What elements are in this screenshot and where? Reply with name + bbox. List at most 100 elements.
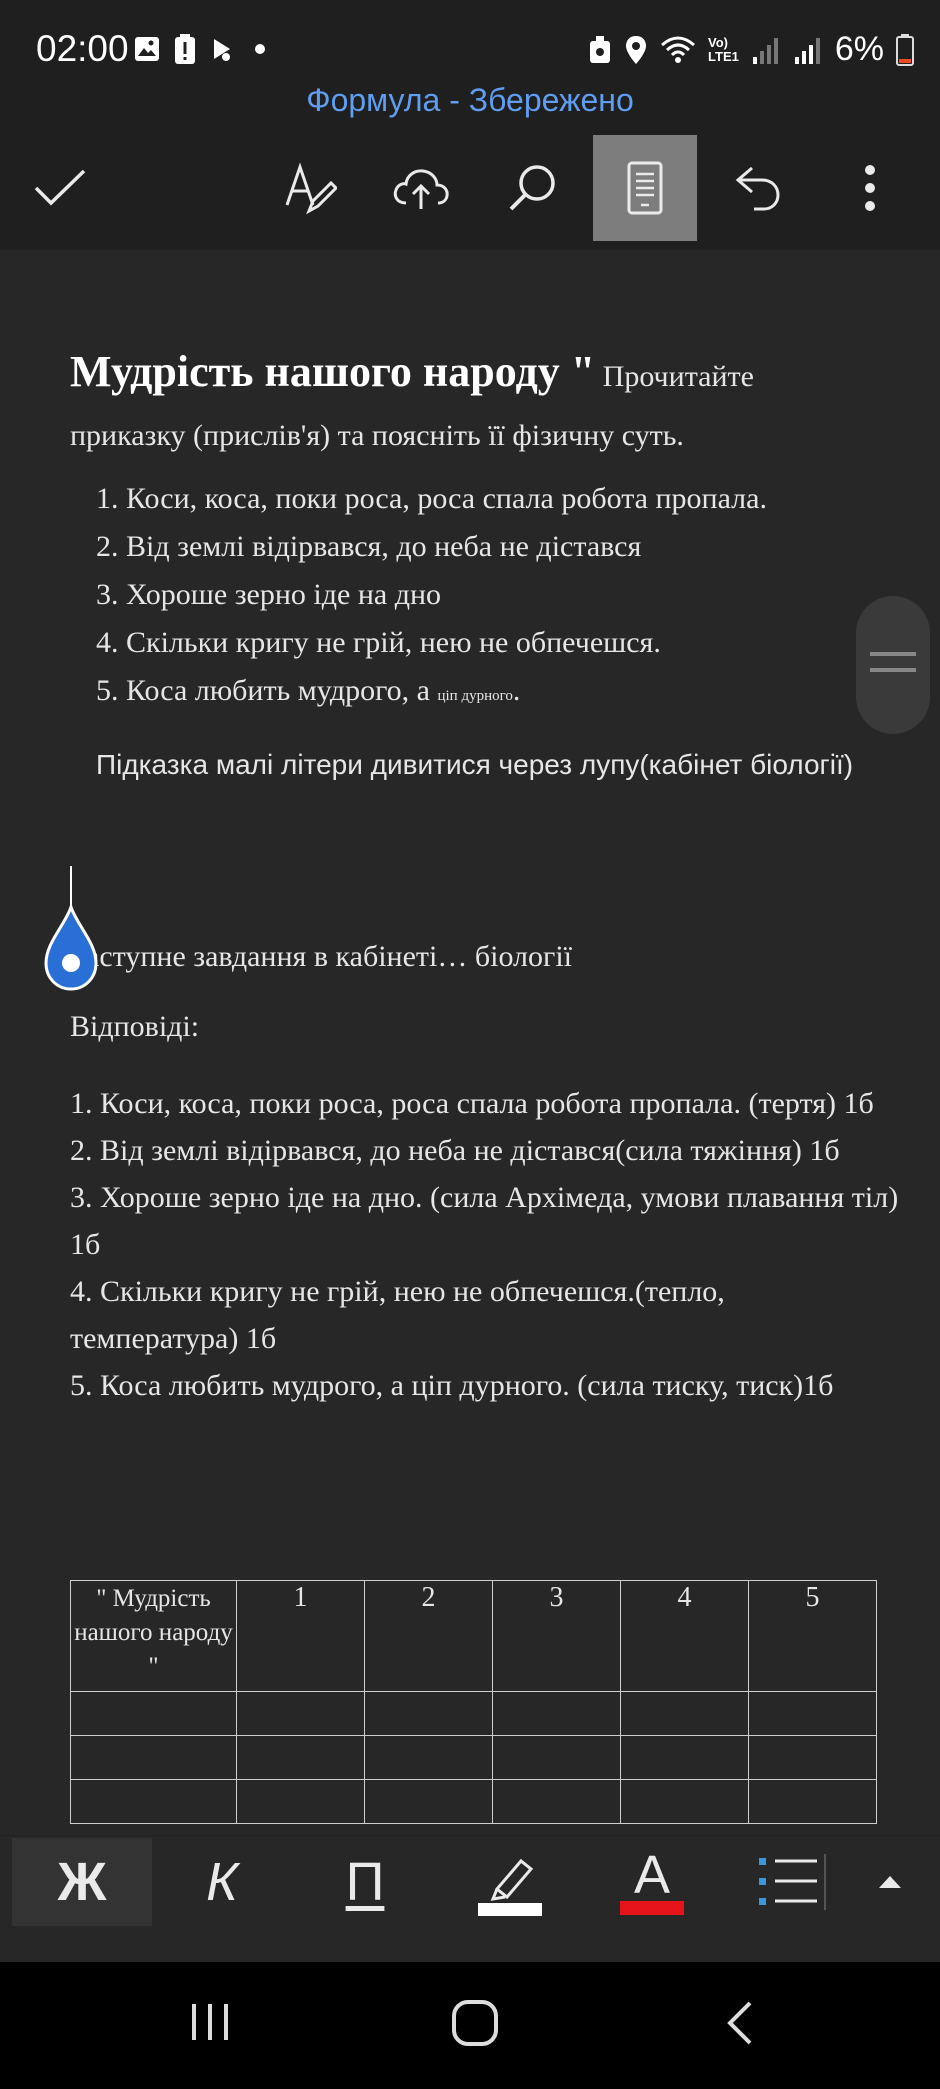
- list-item: 5. Коса любить мудрого, а ціп дурного.: [96, 674, 521, 707]
- highlight-button[interactable]: [440, 1838, 580, 1926]
- text-caret: [70, 866, 72, 906]
- underline-button[interactable]: П: [295, 1838, 435, 1926]
- status-time: 02:00: [36, 28, 129, 69]
- navigation-bar: [0, 1962, 940, 2089]
- toolbar: [0, 135, 940, 243]
- recent-apps-button[interactable]: [180, 1992, 240, 2052]
- table-cell[interactable]: 1: [236, 1580, 365, 1692]
- table-cell[interactable]: [748, 1691, 877, 1736]
- font-color-letter: A: [633, 1845, 671, 1905]
- cursor-drop-handle[interactable]: [43, 905, 99, 991]
- formatting-bar: Ж К П A: [0, 1835, 940, 1926]
- table-cell[interactable]: [70, 1735, 237, 1780]
- mobile-view-button[interactable]: [593, 135, 697, 241]
- notification-icons: [134, 34, 270, 64]
- table-cell[interactable]: [70, 1779, 237, 1824]
- list-item: 4. Скільки кригу не грій, нею не обпечеш…: [70, 1275, 725, 1355]
- italic-button[interactable]: К: [152, 1838, 292, 1926]
- table-cell[interactable]: [620, 1779, 749, 1824]
- table-cell[interactable]: " Мудрість нашого народу ": [70, 1580, 237, 1692]
- list-item: 3. Хороше зерно іде на дно: [96, 578, 442, 611]
- top-bar: 02:00 Vo) LTE1 6% Формула - Збережено: [0, 0, 940, 250]
- table-row: [70, 1735, 877, 1780]
- table-cell[interactable]: 3: [492, 1580, 621, 1692]
- scroll-handle[interactable]: [856, 596, 930, 734]
- table-cell[interactable]: [748, 1779, 877, 1824]
- highlighter-icon: [478, 1858, 542, 1916]
- table-cell[interactable]: [492, 1735, 621, 1780]
- hint-text[interactable]: Підказка малі літери дивитися через лупу…: [96, 740, 856, 790]
- mobile-view-icon: [627, 161, 663, 215]
- small-text: ціп дурного: [437, 688, 513, 704]
- list-item: 4. Скільки кригу не грій, нею не обпечеш…: [96, 626, 661, 659]
- location-icon: [626, 35, 647, 64]
- table-cell[interactable]: [620, 1735, 749, 1780]
- list-item: 5. Коса любить мудрого, а ціп дурного. (…: [70, 1369, 834, 1402]
- wifi-icon: [661, 36, 696, 63]
- check-icon: [34, 169, 86, 206]
- undo-button[interactable]: [705, 135, 809, 241]
- font-color-swatch: [620, 1901, 684, 1915]
- table-cell[interactable]: [748, 1735, 877, 1780]
- cloud-upload-icon: [393, 169, 449, 209]
- table-cell[interactable]: [236, 1691, 365, 1736]
- table-cell[interactable]: [70, 1691, 237, 1736]
- more-options-button[interactable]: [818, 135, 922, 241]
- bullet-list-button[interactable]: [742, 1838, 842, 1926]
- search-icon: [509, 165, 555, 211]
- back-button[interactable]: [705, 1988, 775, 2058]
- home-icon: [452, 2000, 498, 2046]
- answers-table[interactable]: " Мудрість нашого народу " 1 2 3 4 5: [70, 1580, 877, 1824]
- table-row: [70, 1779, 877, 1824]
- document-title: Формула - Збережено: [306, 82, 634, 118]
- next-task-text[interactable]: аступне завдання в кабінеті… біології: [86, 940, 572, 974]
- signal-icon-1: [752, 37, 778, 64]
- back-icon: [727, 2001, 752, 2045]
- status-bar: 02:00 Vo) LTE1 6%: [0, 0, 940, 92]
- table-cell[interactable]: [236, 1779, 365, 1824]
- list-item: 1. Коси, коса, поки роса, роса спала роб…: [96, 482, 767, 515]
- table-cell[interactable]: [364, 1735, 493, 1780]
- table-cell[interactable]: [364, 1691, 493, 1736]
- search-button[interactable]: [480, 135, 584, 241]
- drag-lines-icon: [870, 652, 916, 672]
- battery-icon: [896, 33, 914, 66]
- font-color-button[interactable]: A: [582, 1838, 722, 1926]
- document-heading[interactable]: Мудрість нашого народу " Прочитайте прик…: [70, 345, 870, 468]
- dot-icon: [255, 44, 265, 54]
- home-button[interactable]: [440, 1988, 510, 2058]
- list-item: 3. Хороше зерно іде на дно. (сила Архіме…: [70, 1181, 899, 1261]
- proverb-list[interactable]: 1. Коси, коса, поки роса, роса спала роб…: [96, 475, 767, 720]
- font-color-control: A: [620, 1845, 684, 1915]
- draw-button[interactable]: [258, 135, 362, 241]
- table-cell[interactable]: 2: [364, 1580, 493, 1692]
- undo-icon: [735, 166, 780, 211]
- bullet-list-icon: [759, 1854, 826, 1910]
- font-color-swatch-icon: [620, 1901, 684, 1915]
- done-button[interactable]: [8, 135, 112, 241]
- gallery-icon: [135, 37, 159, 61]
- expand-formatting-button[interactable]: [850, 1838, 930, 1926]
- answers-label[interactable]: Відповіді:: [70, 1010, 199, 1044]
- table-cell[interactable]: 5: [748, 1580, 877, 1692]
- save-to-cloud-button[interactable]: [369, 135, 473, 241]
- table-row: [70, 1691, 877, 1736]
- caret-up-icon: [879, 1876, 901, 1888]
- list-item: 2. Від землі відірвався, до неба не діст…: [70, 1134, 840, 1167]
- signal-icon-2: [794, 37, 820, 64]
- table-cell[interactable]: [492, 1691, 621, 1736]
- table-cell[interactable]: [620, 1691, 749, 1736]
- table-cell[interactable]: [236, 1735, 365, 1780]
- lock-battery-icon: [590, 35, 611, 63]
- battery-percent: 6%: [834, 30, 884, 68]
- recent-apps-icon: [192, 2004, 228, 2040]
- answers-list[interactable]: 1. Коси, коса, поки роса, роса спала роб…: [70, 1080, 900, 1409]
- media-icon: [214, 39, 230, 61]
- table-cell[interactable]: [492, 1779, 621, 1824]
- system-icons: Vo) LTE1 6%: [588, 30, 914, 69]
- list-item: 2. Від землі відірвався, до неба не діст…: [96, 530, 642, 563]
- volte-label: Vo) LTE1: [708, 34, 739, 64]
- bold-button[interactable]: Ж: [12, 1838, 152, 1926]
- table-cell[interactable]: [364, 1779, 493, 1824]
- table-cell[interactable]: 4: [620, 1580, 749, 1692]
